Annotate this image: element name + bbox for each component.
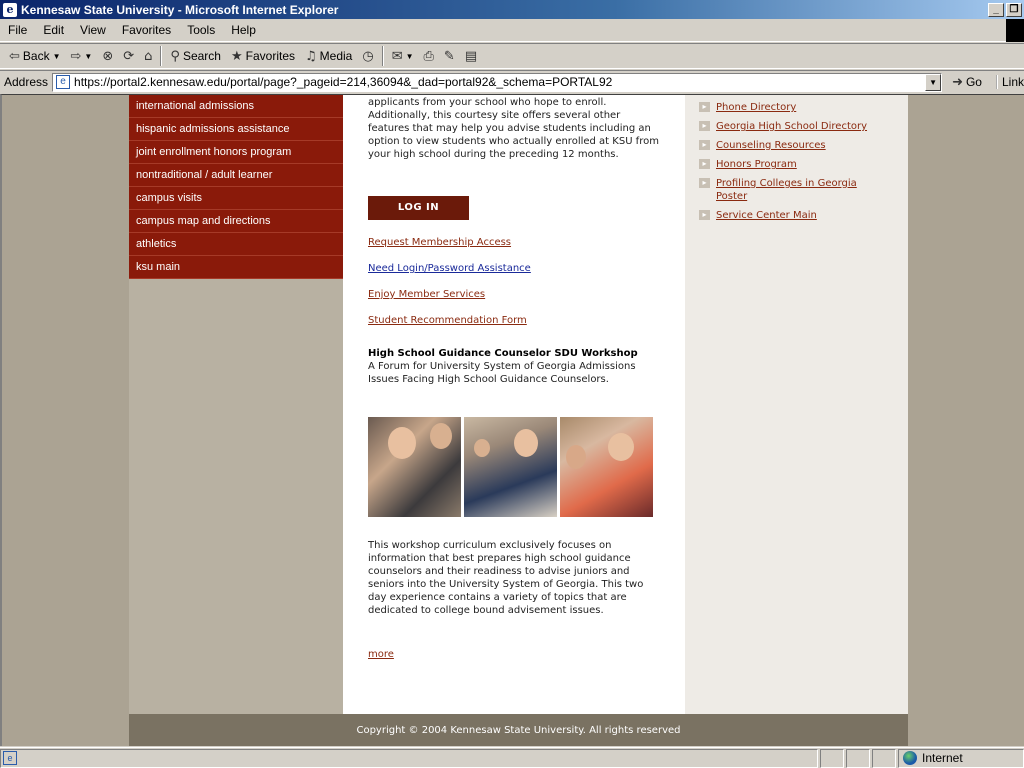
arrow-bullet-icon: ▸	[699, 102, 710, 112]
windows-logo-throbber	[1006, 19, 1024, 42]
window-title: Kennesaw State University - Microsoft In…	[21, 2, 339, 17]
print-icon: ⎙	[423, 48, 434, 64]
back-dropdown-icon[interactable]: ▼	[53, 52, 61, 61]
arrow-bullet-icon: ▸	[699, 121, 710, 131]
nav-international-admissions[interactable]: international admissions	[129, 95, 343, 118]
discuss-button[interactable]: ▤	[460, 45, 482, 67]
menu-view[interactable]: View	[72, 23, 114, 37]
address-bar: Address e https://portal2.kennesaw.edu/p…	[0, 70, 1024, 93]
address-dropdown-button[interactable]: ▼	[925, 73, 942, 91]
counseling-resources-link[interactable]: ▸ Counseling Resources	[699, 139, 891, 152]
favorites-icon: ★	[230, 48, 243, 64]
arrow-bullet-icon: ▸	[699, 159, 710, 169]
left-column: international admissions hispanic admiss…	[129, 95, 343, 715]
forward-button[interactable]: ⇨ ▼	[66, 45, 98, 67]
home-icon: ⌂	[144, 48, 153, 64]
status-bar: e Internet	[0, 747, 1024, 768]
workshop-photo	[368, 417, 461, 517]
workshop-body: This workshop curriculum exclusively foc…	[368, 540, 644, 616]
menu-help[interactable]: Help	[223, 23, 264, 37]
search-icon: ⚲	[170, 48, 180, 64]
nav-campus-map[interactable]: campus map and directions	[129, 210, 343, 233]
high-school-directory-link[interactable]: ▸ Georgia High School Directory	[699, 120, 891, 133]
forward-arrow-icon: ⇨	[70, 48, 82, 64]
window-title-bar: e Kennesaw State University - Microsoft …	[0, 0, 1024, 19]
nav-ksu-main[interactable]: ksu main	[129, 256, 343, 279]
recommendation-form-link[interactable]: Student Recommendation Form	[368, 315, 527, 326]
workshop-description: A Forum for University System of Georgia…	[368, 361, 636, 385]
main-content: Admissions collaborative so you may moni…	[343, 95, 685, 715]
links-button[interactable]: Link	[995, 75, 1024, 89]
honors-program-link[interactable]: ▸ Honors Program	[699, 158, 891, 171]
address-url[interactable]: https://portal2.kennesaw.edu/portal/page…	[74, 75, 612, 89]
address-label: Address	[4, 75, 49, 89]
search-button[interactable]: ⚲ Search	[165, 45, 226, 67]
home-button[interactable]: ⌂	[139, 45, 157, 67]
nav-hispanic-admissions[interactable]: hispanic admissions assistance	[129, 118, 343, 141]
workshop-title: High School Guidance Counselor SDU Works…	[368, 348, 638, 359]
favorites-button[interactable]: ★ Favorites	[226, 45, 300, 67]
document-icon: ▤	[464, 48, 478, 64]
address-input[interactable]: e https://portal2.kennesaw.edu/portal/pa…	[52, 72, 943, 92]
ie-icon: e	[3, 2, 17, 17]
page-viewport: international admissions hispanic admiss…	[0, 94, 1024, 746]
workshop-photo	[560, 417, 653, 517]
page-icon: e	[56, 75, 71, 89]
minimize-button[interactable]: _	[988, 2, 1004, 17]
refresh-button[interactable]: ⟳	[118, 45, 139, 67]
more-link[interactable]: more	[368, 649, 394, 660]
arrow-bullet-icon: ▸	[699, 210, 710, 220]
workshop-section: High School Guidance Counselor SDU Works…	[368, 347, 660, 386]
workshop-photo	[464, 417, 557, 517]
service-center-link[interactable]: ▸ Service Center Main	[699, 209, 891, 222]
nav-campus-visits[interactable]: campus visits	[129, 187, 343, 210]
login-button[interactable]: LOG IN	[368, 196, 469, 220]
page-status-icon: e	[3, 751, 17, 765]
go-button[interactable]: ➜ Go	[952, 75, 982, 90]
refresh-icon: ⟳	[123, 48, 135, 64]
right-column: ▸ Phone Directory ▸ Georgia High School …	[685, 95, 908, 715]
media-icon: ♫	[305, 48, 317, 64]
edit-icon: ✎	[443, 48, 455, 64]
member-services-link[interactable]: Enjoy Member Services	[368, 289, 485, 300]
menu-file[interactable]: File	[0, 23, 35, 37]
nav-joint-enrollment[interactable]: joint enrollment honors program	[129, 141, 343, 164]
print-button[interactable]: ⎙	[419, 45, 439, 67]
intro-paragraph: Admissions collaborative so you may moni…	[368, 97, 659, 160]
mail-dropdown-icon[interactable]: ▼	[406, 52, 414, 61]
nav-nontraditional[interactable]: nontraditional / adult learner	[129, 164, 343, 187]
arrow-bullet-icon: ▸	[699, 178, 710, 188]
internet-globe-icon	[903, 751, 917, 765]
forward-dropdown-icon[interactable]: ▼	[84, 52, 92, 61]
status-text-area: e	[0, 748, 818, 768]
media-button[interactable]: ♫ Media	[300, 45, 357, 67]
standard-toolbar: ⇦ Back ▼ ⇨ ▼ ⊗ ⟳ ⌂ ⚲ Search ★ Favorites …	[0, 43, 1024, 69]
nav-athletics[interactable]: athletics	[129, 233, 343, 256]
left-nav-menu: international admissions hispanic admiss…	[129, 95, 343, 279]
arrow-bullet-icon: ▸	[699, 140, 710, 150]
security-zone: Internet	[898, 748, 1024, 768]
stop-icon: ⊗	[102, 48, 114, 64]
page-footer: Copyright © 2004 Kennesaw State Universi…	[129, 714, 908, 746]
menu-bar: File Edit View Favorites Tools Help	[0, 19, 1024, 42]
stop-button[interactable]: ⊗	[97, 45, 118, 67]
mail-icon: ✉	[391, 48, 403, 64]
menu-edit[interactable]: Edit	[35, 23, 72, 37]
request-membership-link[interactable]: Request Membership Access	[368, 237, 511, 248]
back-button[interactable]: ⇦ Back ▼	[4, 45, 66, 67]
history-button[interactable]: ◷	[357, 45, 378, 67]
menu-favorites[interactable]: Favorites	[114, 23, 179, 37]
phone-directory-link[interactable]: ▸ Phone Directory	[699, 101, 891, 114]
back-arrow-icon: ⇦	[9, 48, 20, 64]
history-icon: ◷	[362, 48, 374, 64]
restore-button[interactable]: ❐	[1006, 2, 1022, 17]
edit-button[interactable]: ✎	[439, 45, 460, 67]
menu-tools[interactable]: Tools	[179, 23, 223, 37]
workshop-photos	[368, 417, 653, 517]
go-arrow-icon: ➜	[952, 74, 963, 90]
mail-button[interactable]: ✉ ▼	[387, 45, 419, 67]
login-assistance-link[interactable]: Need Login/Password Assistance	[368, 263, 531, 274]
profiling-colleges-link[interactable]: ▸ Profiling Colleges in Georgia Poster	[699, 177, 891, 203]
